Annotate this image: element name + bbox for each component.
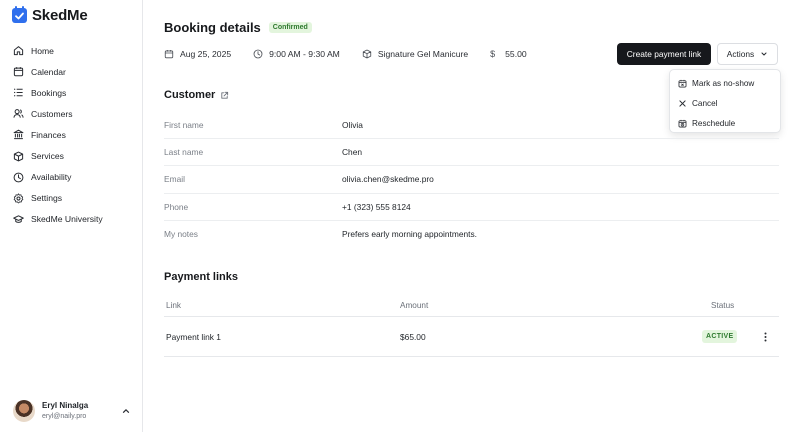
page-title: Booking details	[164, 20, 261, 35]
brand[interactable]: SkedMe	[12, 5, 88, 24]
booking-date-text: Aug 25, 2025	[180, 49, 232, 59]
detail-row-last-name: Last name Chen	[164, 139, 779, 167]
close-icon	[679, 99, 686, 107]
sidebar-item-label: Finances	[31, 129, 66, 140]
detail-row-first-name: First name Olivia	[164, 112, 779, 140]
sidebar-item-label: Home	[31, 45, 54, 56]
customer-details: First name Olivia Last name Chen Email o…	[164, 112, 779, 248]
detail-row-notes: My notes Prefers early morning appointme…	[164, 221, 779, 248]
menu-item-cancel[interactable]: Cancel	[670, 93, 780, 113]
home-icon	[13, 46, 24, 56]
payment-links-table: Link Amount Status Payment link 1 $65.00…	[164, 294, 779, 357]
brand-name: SkedMe	[32, 6, 88, 24]
sidebar-item-label: Bookings	[31, 87, 67, 98]
main-content: Booking details Confirmed Aug 25, 2025 9…	[143, 0, 800, 432]
sidebar-item-settings[interactable]: Settings	[13, 188, 138, 209]
graduation-cap-icon	[13, 215, 24, 223]
detail-key: My notes	[164, 229, 198, 240]
booking-price: $ 55.00	[490, 49, 527, 59]
sidebar-item-finances[interactable]: Finances	[13, 124, 138, 145]
menu-item-label: Cancel	[692, 98, 718, 108]
sidebar-item-label: Calendar	[31, 66, 66, 77]
actions-button[interactable]: Actions	[717, 43, 778, 65]
sidebar-item-label: Settings	[31, 193, 63, 204]
detail-value: Prefers early morning appointments.	[342, 229, 477, 240]
status-badge: Confirmed	[268, 22, 312, 33]
box-icon	[362, 49, 372, 59]
gear-icon	[13, 193, 24, 204]
box-icon	[13, 151, 24, 161]
calendar-check-logo-icon	[12, 5, 27, 23]
more-options-icon[interactable]	[760, 330, 770, 344]
table-header: Link Amount Status	[164, 294, 779, 317]
sidebar-item-services[interactable]: Services	[13, 145, 138, 166]
sidebar-item-customers[interactable]: Customers	[13, 103, 138, 124]
list-icon	[14, 88, 23, 97]
detail-key: Email	[164, 174, 185, 185]
customer-title: Customer	[164, 89, 216, 101]
detail-value: Olivia	[342, 120, 363, 131]
sidebar: SkedMe Home Calendar Bookings Customers …	[0, 0, 143, 432]
user-meta: Eryl Ninalga eryl@naily.pro	[42, 400, 88, 422]
payment-links-title: Payment links	[164, 271, 238, 283]
detail-key: First name	[164, 120, 204, 131]
sidebar-nav: Home Calendar Bookings Customers Finance…	[13, 40, 138, 230]
booking-price-text: 55.00	[505, 49, 527, 59]
detail-key: Phone	[164, 201, 189, 212]
user-email: eryl@naily.pro	[42, 413, 87, 420]
sidebar-item-calendar[interactable]: Calendar	[13, 61, 138, 82]
calendar-icon	[164, 50, 174, 59]
payment-links-section-title: Payment links	[164, 271, 238, 283]
detail-value: Chen	[342, 147, 363, 158]
calendar-x-icon	[678, 79, 687, 87]
clock-icon	[253, 49, 263, 59]
booking-service: Signature Gel Manicure	[362, 49, 468, 59]
chevron-up-icon[interactable]	[121, 406, 131, 416]
sidebar-item-home[interactable]: Home	[13, 40, 138, 61]
sidebar-item-label: Services	[31, 151, 64, 162]
sidebar-item-label: SkedMe University	[31, 214, 103, 225]
sidebar-item-university[interactable]: SkedMe University	[13, 209, 138, 230]
dollar-icon: $	[490, 49, 496, 59]
booking-time: 9:00 AM - 9:30 AM	[253, 49, 340, 59]
actions-button-label: Actions	[726, 49, 755, 59]
payment-link-amount: $65.00	[400, 331, 426, 342]
external-link-icon[interactable]	[220, 91, 229, 100]
bank-icon	[13, 130, 24, 140]
detail-value: +1 (323) 555 8124	[342, 201, 411, 212]
column-header-status: Status	[711, 300, 735, 310]
clock-icon	[13, 172, 24, 183]
title-row: Booking details Confirmed	[164, 20, 312, 35]
payment-link-name: Payment link 1	[166, 331, 221, 342]
booking-date: Aug 25, 2025	[164, 49, 231, 59]
detail-value: olivia.chen@skedme.pro	[342, 174, 434, 185]
table-row[interactable]: Payment link 1 $65.00 ACTIVE	[164, 317, 779, 357]
detail-row-phone: Phone +1 (323) 555 8124	[164, 194, 779, 221]
create-payment-link-button[interactable]: Create payment link	[617, 43, 711, 65]
menu-item-label: Mark as no-show	[692, 78, 755, 88]
chevron-down-icon	[761, 52, 767, 56]
column-header-link: Link	[166, 300, 182, 310]
booking-time-text: 9:00 AM - 9:30 AM	[269, 49, 340, 59]
user-menu[interactable]: Eryl Ninalga eryl@naily.pro	[13, 399, 133, 423]
customer-section-title: Customer	[164, 89, 229, 101]
sidebar-item-availability[interactable]: Availability	[13, 167, 138, 188]
avatar	[13, 400, 35, 422]
detail-key: Last name	[164, 147, 204, 158]
column-header-amount: Amount	[400, 300, 429, 310]
menu-item-mark-no-show[interactable]: Mark as no-show	[670, 73, 780, 93]
booking-meta: Aug 25, 2025 9:00 AM - 9:30 AM Signature…	[164, 47, 549, 61]
status-badge: ACTIVE	[702, 330, 738, 343]
users-icon	[13, 109, 24, 119]
user-name: Eryl Ninalga	[42, 401, 89, 410]
sidebar-item-label: Availability	[31, 172, 72, 183]
detail-row-email: Email olivia.chen@skedme.pro	[164, 166, 779, 194]
booking-service-text: Signature Gel Manicure	[377, 49, 469, 59]
calendar-icon	[13, 67, 24, 77]
sidebar-item-bookings[interactable]: Bookings	[13, 82, 138, 103]
sidebar-item-label: Customers	[31, 108, 73, 119]
